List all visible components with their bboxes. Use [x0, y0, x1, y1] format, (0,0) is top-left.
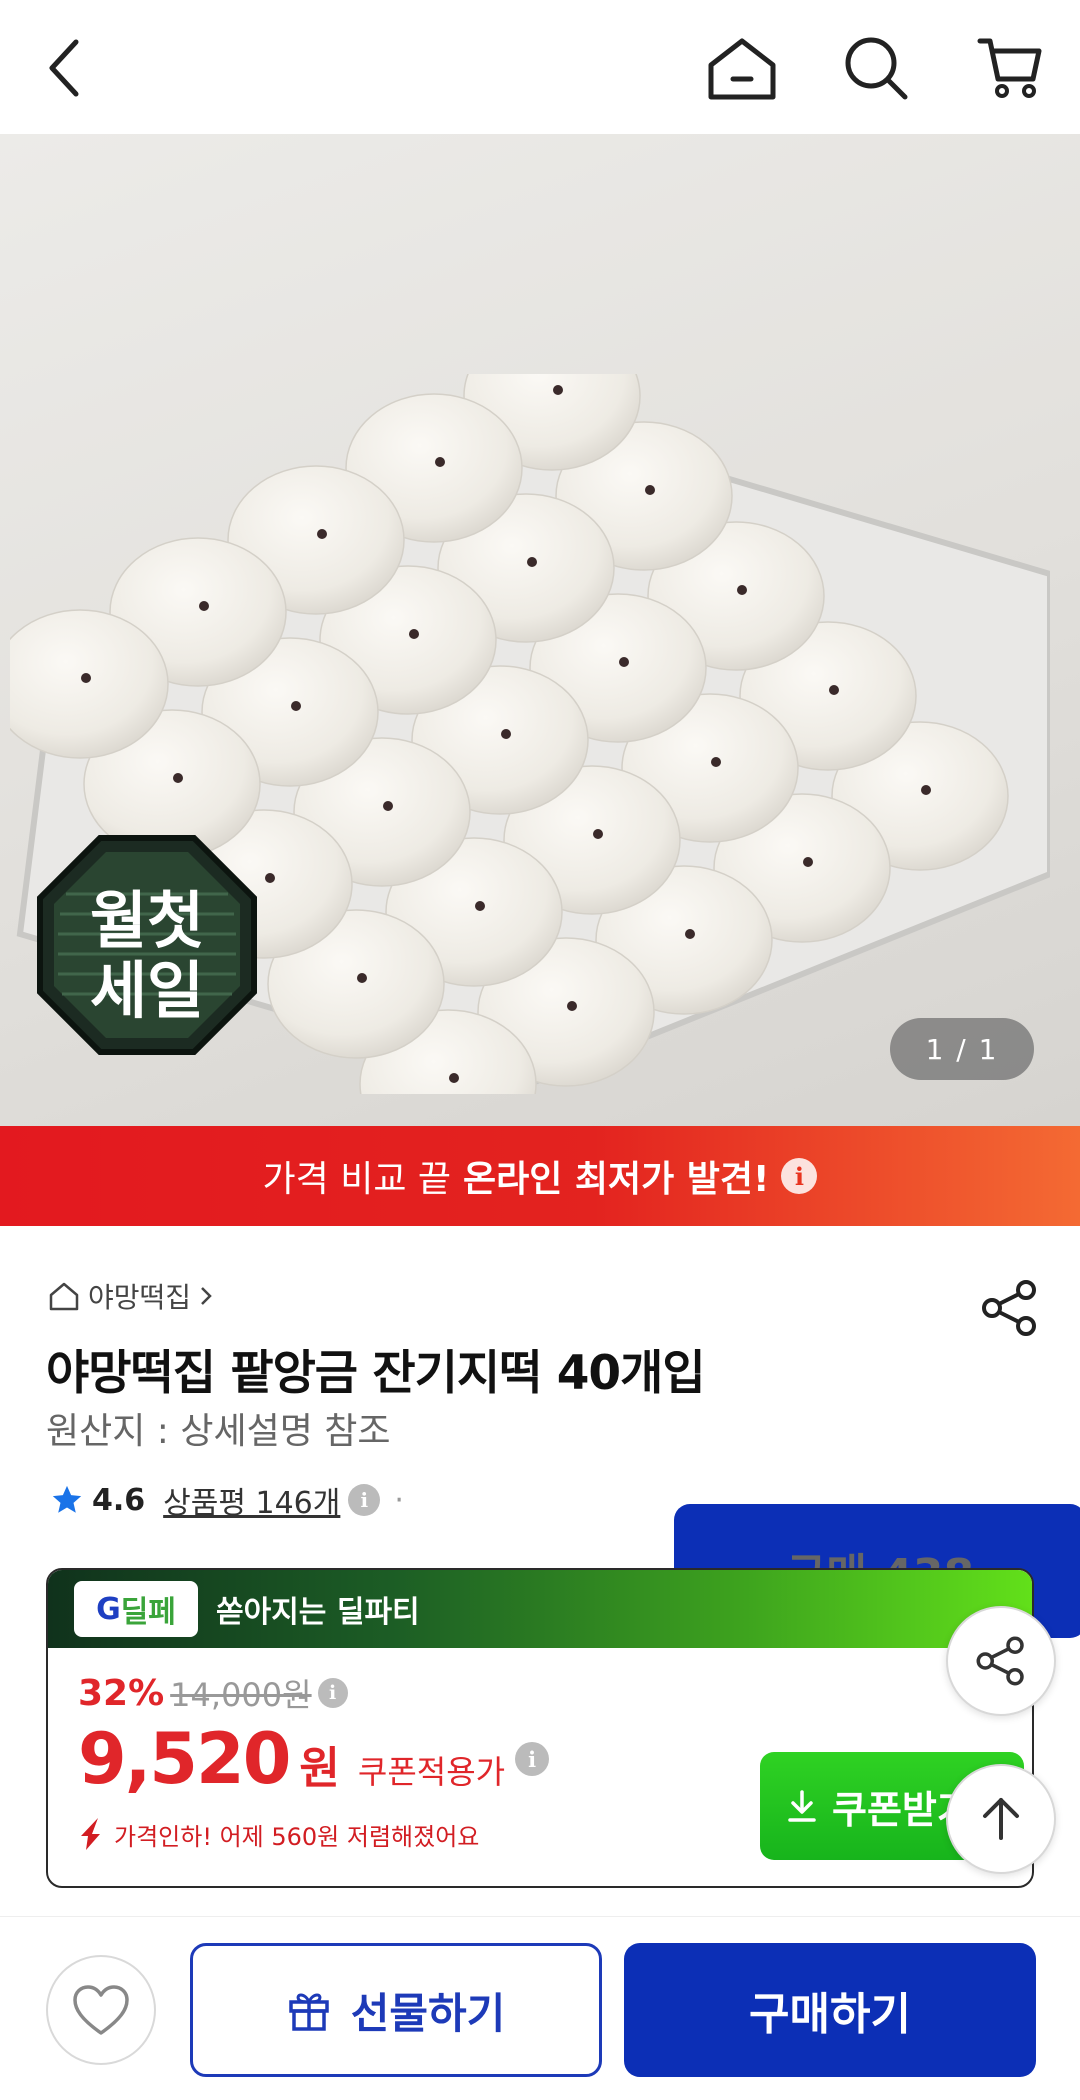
- bottom-action-bar: 선물하기 구매하기: [0, 1916, 1080, 2100]
- banner-highlight: 온라인 최저가 발견!: [463, 1159, 770, 1200]
- gift-icon: [288, 1993, 329, 2031]
- heart-icon: [73, 1985, 129, 2035]
- shop-link[interactable]: 야망떡집: [48, 1276, 213, 1316]
- info-icon[interactable]: i: [515, 1742, 550, 1776]
- wishlist-button[interactable]: [46, 1955, 156, 2065]
- info-icon[interactable]: i: [348, 1484, 381, 1516]
- banner-prefix: 가격 비교 끝: [262, 1159, 452, 1200]
- lowest-price-banner[interactable]: 가격 비교 끝 온라인 최저가 발견! i: [0, 1126, 1080, 1226]
- deal-headline: 쏟아지는 딜파티: [216, 1595, 420, 1630]
- floating-share-button[interactable]: [946, 1606, 1056, 1716]
- image-pager: 1 / 1: [890, 1018, 1034, 1080]
- separator-dot: ·: [394, 1482, 404, 1518]
- sale-price-row: 9,520 원 쿠폰적용가 i: [78, 1718, 550, 1800]
- chevron-right-icon: [201, 1287, 212, 1305]
- price-drop-note: 가격인하! 어제 560원 저렴해졌어요: [78, 1816, 479, 1852]
- back-icon[interactable]: [22, 26, 106, 110]
- star-icon: [52, 1485, 82, 1513]
- scroll-top-button[interactable]: [946, 1764, 1056, 1874]
- info-icon[interactable]: i: [317, 1678, 348, 1708]
- rating-score: 4.6: [92, 1482, 146, 1518]
- product-title: 야망떡집 팥앙금 잔기지떡 40개입: [46, 1346, 706, 1401]
- original-price: 14,000원: [170, 1676, 312, 1714]
- g-deal-logo: G 딜페: [74, 1581, 198, 1637]
- rating-row: 4.6 상품평 146개 i · 구매 438: [50, 1478, 1080, 1638]
- home-icon: [49, 1282, 79, 1311]
- search-icon[interactable]: [834, 26, 918, 110]
- product-origin: 원산지 : 상세설명 참조: [46, 1411, 391, 1452]
- deal-card: G 딜페 쏟아지는 딜파티 32% 14,000원 i 9,520 원 쿠폰적용가…: [46, 1568, 1034, 1888]
- svg-text:세일: 세일: [90, 954, 204, 1027]
- discount-row: 32% 14,000원 i: [78, 1670, 348, 1716]
- share-icon: [976, 1636, 1024, 1686]
- price-unit: 원: [299, 1743, 340, 1794]
- download-icon: [788, 1790, 816, 1822]
- info-icon[interactable]: i: [781, 1158, 818, 1194]
- shop-name: 야망떡집: [88, 1281, 192, 1314]
- deal-header: G 딜페 쏟아지는 딜파티: [48, 1570, 1032, 1648]
- gift-button[interactable]: 선물하기: [190, 1943, 602, 2077]
- share-icon[interactable]: [978, 1276, 1042, 1340]
- down-arrow-icon: [81, 1818, 100, 1850]
- monthly-sale-badge: 월첫 세일: [36, 834, 258, 1056]
- product-image[interactable]: 월첫 세일 1 / 1: [0, 134, 1080, 1126]
- buy-button[interactable]: 구매하기: [624, 1943, 1036, 2077]
- home-icon[interactable]: [700, 26, 784, 110]
- review-link[interactable]: 상품평 146개: [163, 1478, 340, 1522]
- cart-icon[interactable]: [968, 26, 1052, 110]
- svg-text:월첫: 월첫: [90, 884, 204, 957]
- price-label: 쿠폰적용가: [357, 1753, 506, 1791]
- discount-rate: 32%: [78, 1672, 165, 1714]
- sale-price: 9,520: [78, 1718, 291, 1800]
- top-bar: [0, 0, 1080, 134]
- arrow-up-icon: [983, 1798, 1019, 1840]
